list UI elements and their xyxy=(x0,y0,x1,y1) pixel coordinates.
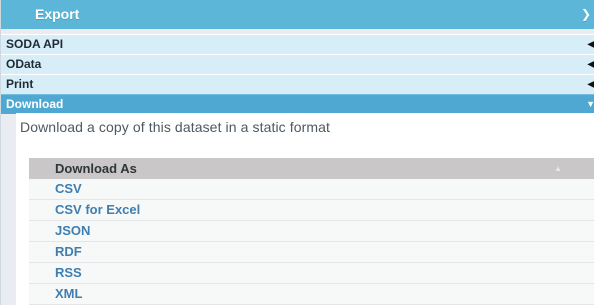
section-soda-api[interactable]: SODA API ◀ xyxy=(1,34,594,54)
download-description: Download a copy of this dataset in a sta… xyxy=(20,119,331,135)
section-download[interactable]: Download ▼ xyxy=(1,94,594,114)
format-rss[interactable]: RSS xyxy=(29,263,594,284)
format-json[interactable]: JSON xyxy=(29,221,594,242)
section-soda-api-label: SODA API xyxy=(6,37,64,51)
export-panel-page: Export ❯ SODA API ◀ OData ◀ Print ◀ Down… xyxy=(0,0,594,305)
section-odata-label: OData xyxy=(6,57,42,71)
format-rdf[interactable]: RDF xyxy=(29,242,594,263)
download-as-header[interactable]: Download As ▲ xyxy=(29,158,594,179)
caret-left-icon[interactable]: ◀ xyxy=(587,55,594,74)
section-odata[interactable]: OData ◀ xyxy=(1,54,594,74)
export-panel: Export ❯ SODA API ◀ OData ◀ Print ◀ Down… xyxy=(0,0,594,305)
section-print-label: Print xyxy=(6,77,34,91)
format-xml[interactable]: XML xyxy=(29,284,594,305)
section-print[interactable]: Print ◀ xyxy=(1,74,594,94)
download-as-header-label: Download As xyxy=(55,161,137,176)
chevron-right-icon[interactable]: ❯ xyxy=(581,0,591,29)
export-header[interactable]: Export ❯ xyxy=(1,0,594,29)
sort-up-icon[interactable]: ▲ xyxy=(554,158,562,179)
download-format-list: CSV CSV for Excel JSON RDF RSS XML xyxy=(29,179,594,305)
caret-down-icon[interactable]: ▼ xyxy=(586,95,594,114)
format-csv-excel[interactable]: CSV for Excel xyxy=(29,200,594,221)
caret-left-icon[interactable]: ◀ xyxy=(587,75,594,94)
export-title: Export xyxy=(35,6,80,22)
caret-left-icon[interactable]: ◀ xyxy=(587,35,594,54)
section-download-label: Download xyxy=(6,97,64,111)
format-csv[interactable]: CSV xyxy=(29,179,594,200)
